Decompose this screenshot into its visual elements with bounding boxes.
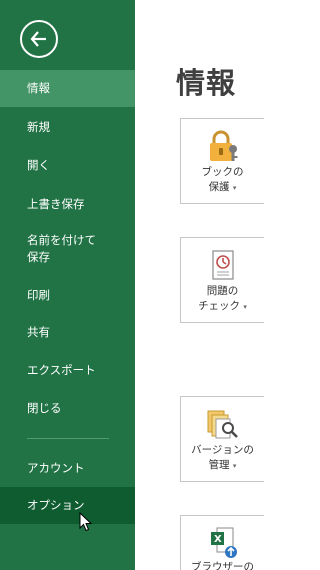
nav-item-label: 情報 (27, 81, 50, 95)
nav-item-label: 開く (27, 157, 50, 172)
tile-label-line1: 問題の (206, 285, 239, 297)
nav-divider (27, 438, 109, 439)
page-title: 情報 (176, 66, 237, 100)
excel-upload-icon: X (211, 527, 237, 558)
nav-item-account[interactable]: アカウント (0, 453, 135, 483)
lock-key-icon (210, 130, 238, 161)
tile-label-line2-row: 保護 ▾ (181, 180, 264, 196)
check-for-issues-button[interactable]: 問題の チェック ▾ (180, 237, 264, 323)
tile-label-line2-row: 管理 ▾ (181, 458, 264, 474)
inspect-document-icon (212, 250, 234, 280)
tile-label-line1: バージョンの (191, 444, 254, 456)
nav-item-label-line1: 名前を付けて (27, 233, 96, 247)
backstage-sidebar: 情報 新規 開く 上書き保存 名前を付けて 保存 印刷 共有 エクスポート 閉じ… (0, 0, 135, 570)
back-arrow-icon (30, 31, 46, 47)
tile-label-line2: 管理 (208, 459, 230, 471)
tile-label-line2: 保護 (208, 181, 230, 193)
dropdown-caret-icon: ▾ (232, 184, 237, 192)
protect-workbook-button[interactable]: ブックの 保護 ▾ (180, 118, 264, 204)
version-search-icon (207, 410, 238, 439)
mouse-pointer-icon (79, 512, 93, 532)
nav-item-close[interactable]: 閉じる (0, 393, 135, 423)
nav-item-info[interactable]: 情報 (0, 70, 135, 107)
browser-view-options-button[interactable]: X ブラウザーの (180, 515, 264, 570)
back-button[interactable] (20, 20, 58, 58)
nav-item-label: 名前を付けて 保存 (27, 232, 96, 266)
nav-item-label-line2: 保存 (27, 250, 50, 264)
nav-item-save-as[interactable]: 名前を付けて 保存 (0, 228, 135, 270)
tile-label-line1: ブラウザーの (191, 561, 254, 570)
nav-item-label: 共有 (27, 324, 50, 339)
tile-label: ブラウザーの (181, 560, 264, 570)
nav-item-new[interactable]: 新規 (0, 112, 135, 142)
nav-item-save[interactable]: 上書き保存 (0, 189, 135, 219)
tile-label: 問題の チェック ▾ (181, 284, 264, 315)
tile-label-line2-row: チェック ▾ (181, 299, 264, 315)
manage-versions-button[interactable]: バージョンの 管理 ▾ (180, 396, 264, 482)
nav-item-export[interactable]: エクスポート (0, 355, 135, 385)
nav-item-print[interactable]: 印刷 (0, 280, 135, 310)
tile-label-line1: ブックの (201, 166, 244, 178)
nav-item-open[interactable]: 開く (0, 150, 135, 180)
nav-item-label: オプション (27, 498, 85, 512)
nav-item-options[interactable]: オプション (0, 487, 135, 524)
tile-label-line2: チェック (198, 300, 241, 312)
nav-item-label: 印刷 (27, 287, 50, 302)
dropdown-caret-icon: ▾ (243, 303, 247, 311)
nav-item-label: 上書き保存 (27, 196, 85, 211)
nav-item-label: 新規 (27, 119, 50, 134)
nav-item-label: アカウント (27, 460, 85, 475)
tile-label: バージョンの 管理 ▾ (181, 443, 264, 474)
nav-item-label: エクスポート (27, 362, 96, 377)
dropdown-caret-icon: ▾ (232, 462, 237, 470)
nav-item-share[interactable]: 共有 (0, 317, 135, 347)
svg-text:X: X (214, 534, 222, 545)
tile-label: ブックの 保護 ▾ (181, 165, 264, 196)
nav-item-label: 閉じる (27, 400, 62, 415)
